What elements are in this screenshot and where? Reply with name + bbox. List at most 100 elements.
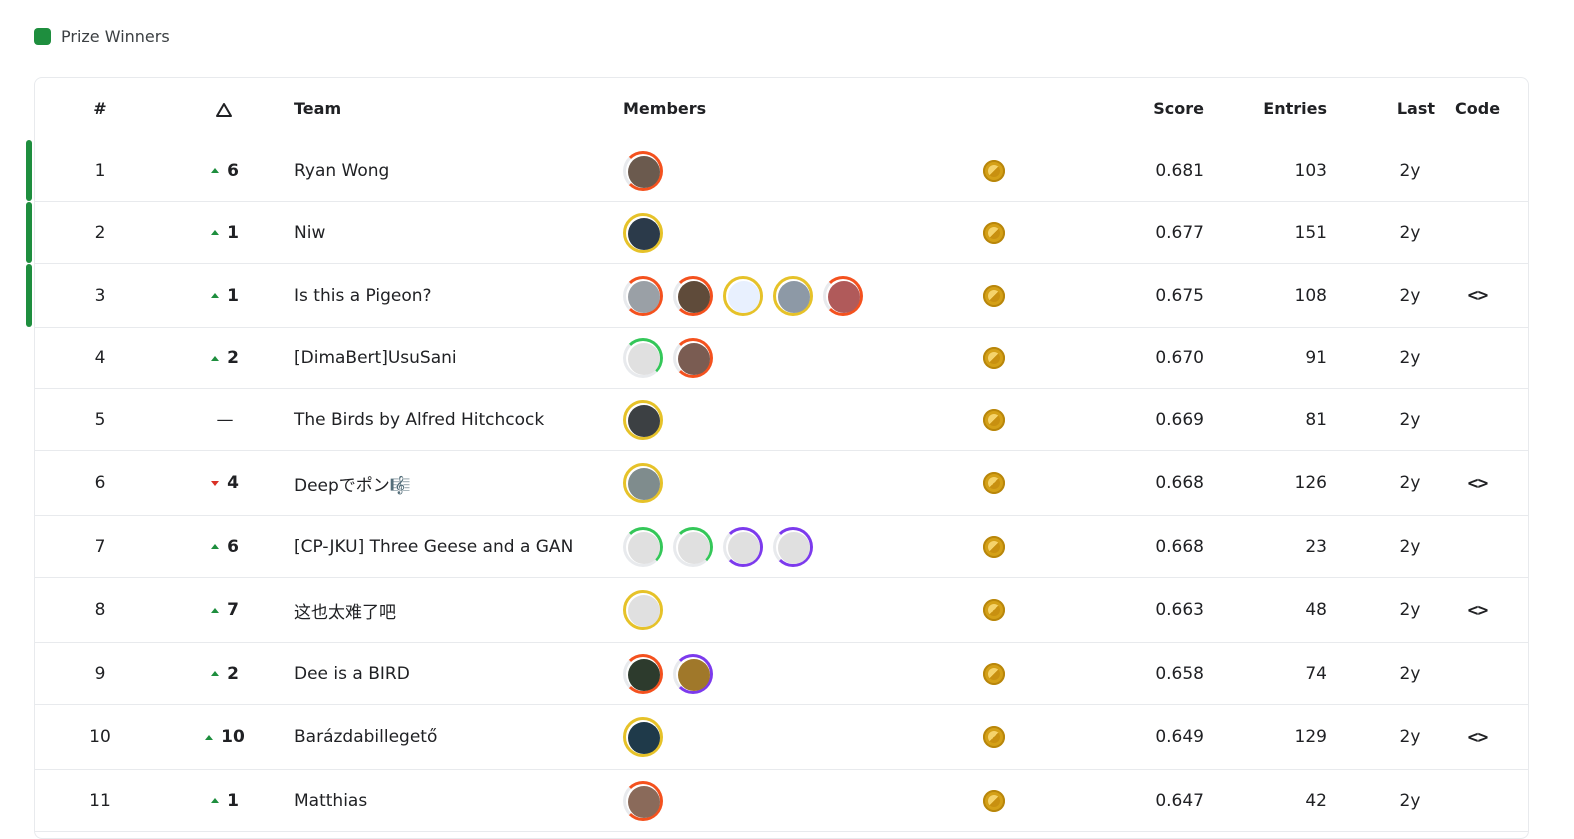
members-list [623, 264, 1003, 327]
entries: 74 [1305, 663, 1327, 684]
last-submission: 2y [1399, 285, 1421, 306]
gold-medal-icon [983, 662, 1005, 685]
code-cell [1455, 140, 1500, 201]
table-row[interactable]: 3 1 Is this a Pigeon? 0.675 108 2y <> [26, 264, 1528, 328]
medal-cell [979, 705, 1009, 769]
avatar[interactable] [673, 275, 713, 316]
rank-change: 6 [195, 516, 255, 577]
rank: 5 [94, 409, 106, 430]
entries: 48 [1305, 600, 1327, 620]
members-list [623, 705, 1003, 769]
avatar[interactable] [623, 590, 663, 630]
avatar[interactable] [623, 275, 663, 316]
avatar[interactable] [623, 526, 663, 567]
header-score[interactable]: Score [1115, 78, 1204, 140]
gold-medal-icon [983, 789, 1005, 812]
table-row[interactable]: 10 10 Barázdabillegető 0.649 129 2y <> [35, 705, 1528, 770]
avatar[interactable] [823, 275, 863, 316]
members-list [623, 643, 1003, 704]
avatar[interactable] [623, 717, 663, 757]
avatar[interactable] [673, 653, 713, 694]
avatar[interactable] [773, 526, 813, 567]
avatar[interactable] [623, 463, 663, 503]
arrow-up-icon [211, 798, 220, 803]
table-row[interactable]: 7 6 [CP-JKU] Three Geese and a GAN 0.668 23 2… [35, 516, 1528, 578]
rank-change: 2 [195, 328, 255, 388]
code-icon[interactable]: <> [1468, 285, 1489, 306]
header-entries[interactable]: Entries [1235, 78, 1327, 140]
avatar-image [678, 531, 710, 564]
medal-cell [979, 389, 1009, 450]
table-row[interactable]: 11 1 Matthias 0.647 42 2y [35, 770, 1528, 832]
team-name[interactable]: [DimaBert]UsuSani [294, 328, 614, 388]
team-name[interactable]: Deepでポン🎼 [294, 451, 614, 515]
arrow-up-icon [211, 544, 220, 549]
medal-cell [979, 328, 1009, 388]
team-name[interactable]: Barázdabillegető [294, 705, 614, 769]
team-name[interactable]: Matthias [294, 770, 614, 831]
code-icon[interactable]: <> [1468, 727, 1489, 748]
gold-medal-icon [983, 284, 1005, 307]
members-list [623, 516, 1003, 577]
avatar-image [628, 722, 660, 754]
team-name[interactable]: [CP-JKU] Three Geese and a GAN [294, 516, 614, 577]
avatar[interactable] [623, 338, 663, 378]
avatar[interactable] [673, 338, 713, 378]
code-icon[interactable]: <> [1468, 600, 1489, 621]
team-name[interactable]: Niw [294, 202, 614, 263]
medal-cell [979, 451, 1009, 515]
prize-winner-bar [26, 140, 32, 201]
avatar-image [628, 658, 660, 691]
table-row[interactable]: 5 — The Birds by Alfred Hitchcock 0.669 81 2y [35, 389, 1528, 451]
avatar[interactable] [773, 275, 813, 316]
rank: 2 [94, 222, 106, 243]
score: 0.675 [1155, 285, 1204, 306]
medal-cell [979, 140, 1009, 201]
arrow-up-icon [211, 230, 220, 235]
code-icon[interactable]: <> [1468, 473, 1489, 494]
code-cell [1455, 770, 1500, 831]
members-list [623, 328, 1003, 388]
avatar-image [628, 343, 660, 375]
team-name[interactable]: 这也太难了吧 [294, 578, 614, 642]
table-row[interactable]: 2 1 Niw 0.677 151 2y [26, 202, 1528, 264]
table-row[interactable]: 9 2 Dee is a BIRD 0.658 74 2y [35, 643, 1528, 705]
table-row[interactable]: 4 2 [DimaBert]UsuSani 0.670 91 2y [35, 328, 1528, 389]
last-submission: 2y [1399, 663, 1421, 684]
header-last[interactable]: Last [1375, 78, 1435, 140]
arrow-down-icon [211, 480, 220, 486]
table-row[interactable]: 1 6 Ryan Wong 0.681 103 2y [26, 140, 1528, 202]
gold-medal-icon [983, 599, 1005, 621]
table-row[interactable]: 8 7 这也太难了吧 0.663 48 2y <> [35, 578, 1528, 643]
avatar[interactable] [623, 399, 663, 440]
avatar[interactable] [623, 150, 663, 191]
avatar[interactable] [623, 653, 663, 694]
code-cell: <> [1455, 578, 1500, 642]
team-name[interactable]: Is this a Pigeon? [294, 264, 614, 327]
score: 0.670 [1155, 348, 1204, 368]
arrow-up-icon [211, 293, 220, 298]
avatar[interactable] [723, 526, 763, 567]
team-name[interactable]: The Birds by Alfred Hitchcock [294, 389, 614, 450]
rank-change-value: 4 [227, 473, 239, 493]
medal-cell [979, 264, 1009, 327]
rank: 11 [89, 790, 111, 811]
rank-change: — [195, 389, 255, 450]
last-submission: 2y [1399, 473, 1421, 493]
entries: 42 [1305, 790, 1327, 811]
avatar[interactable] [673, 526, 713, 567]
last-submission: 2y [1399, 222, 1421, 243]
team-name[interactable]: Ryan Wong [294, 140, 614, 201]
team-name[interactable]: Dee is a BIRD [294, 643, 614, 704]
header-team[interactable]: Team [294, 78, 341, 140]
avatar[interactable] [623, 780, 663, 821]
delta-triangle-icon[interactable] [211, 78, 237, 140]
rank-change-value: 6 [227, 536, 239, 557]
rank-change-value: 1 [227, 285, 239, 306]
table-row[interactable]: 6 4 Deepでポン🎼 0.668 126 2y <> [35, 451, 1528, 516]
rank: 4 [94, 348, 106, 368]
avatar[interactable] [623, 212, 663, 253]
score: 0.669 [1155, 409, 1204, 430]
avatar[interactable] [723, 275, 763, 316]
header-rank[interactable]: # [75, 78, 125, 140]
